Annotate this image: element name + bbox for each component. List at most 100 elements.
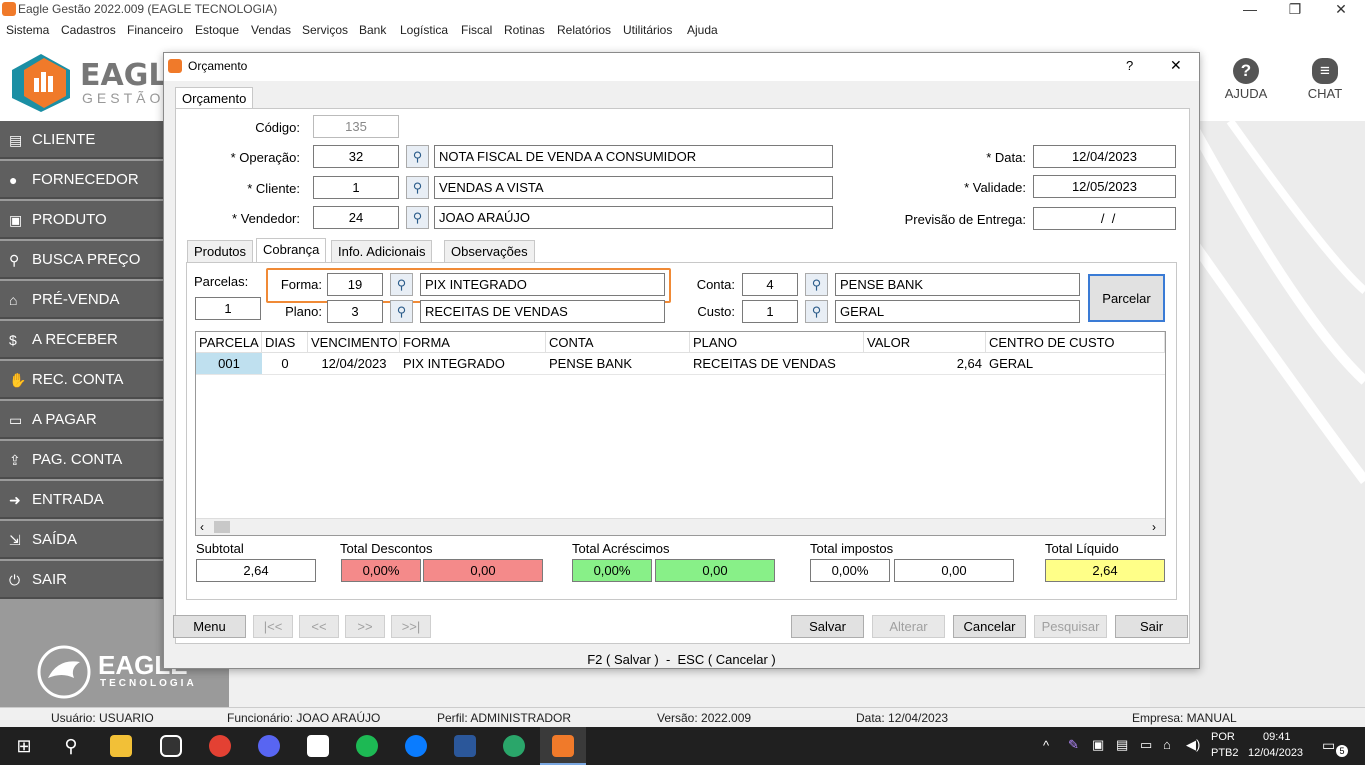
previsao-field[interactable]: / / <box>1033 207 1176 230</box>
cliente-search-icon[interactable]: ⚲ <box>406 176 429 199</box>
menu-button[interactable]: Menu <box>173 615 246 638</box>
grid-header-valor[interactable]: VALOR <box>864 332 986 353</box>
tab-orcamento[interactable]: Orçamento <box>175 87 254 109</box>
tray-battery-icon[interactable]: ▭ <box>1140 737 1152 753</box>
menu-relatorios[interactable]: Relatórios <box>557 23 611 37</box>
chrome-icon[interactable] <box>209 735 231 757</box>
validade-field[interactable]: 12/05/2023 <box>1033 175 1176 198</box>
tray-lang-1[interactable]: POR <box>1211 731 1235 743</box>
grid-cell-dias[interactable]: 0 <box>262 353 308 374</box>
scroll-thumb[interactable] <box>214 521 230 533</box>
grid-header-parcela[interactable]: PARCELA <box>196 332 262 353</box>
file-explorer-icon[interactable] <box>110 735 132 757</box>
grid-header-vencimento[interactable]: VENCIMENTO <box>308 332 400 353</box>
forma-search-icon[interactable]: ⚲ <box>390 273 413 296</box>
sidebar-item-a-pagar[interactable]: ▭ A PAGAR <box>0 401 164 439</box>
tab-produtos[interactable]: Produtos <box>187 240 254 262</box>
menu-vendas[interactable]: Vendas <box>251 23 291 37</box>
dialog-close-button[interactable]: ✕ <box>1170 57 1182 74</box>
tray-volume-icon[interactable]: ◀) <box>1186 737 1200 753</box>
menu-fiscal[interactable]: Fiscal <box>461 23 492 37</box>
sidebar-item-a-receber[interactable]: $ A RECEBER <box>0 321 164 359</box>
menu-rotinas[interactable]: Rotinas <box>504 23 545 37</box>
security-shield-icon[interactable] <box>160 735 182 757</box>
sidebar-item-cliente[interactable]: ▤ CLIENTE <box>0 121 164 159</box>
tray-camera-icon[interactable]: ▣ <box>1092 737 1104 753</box>
grid-header-plano[interactable]: PLANO <box>690 332 864 353</box>
sidebar-item-saida[interactable]: ⇲ SAÍDA <box>0 521 164 559</box>
tray-lang-2[interactable]: PTB2 <box>1211 747 1239 759</box>
tab-info-adicionais[interactable]: Info. Adicionais <box>331 240 433 262</box>
minimize-button[interactable]: — <box>1227 0 1273 20</box>
app-swirl-icon[interactable] <box>307 735 329 757</box>
plano-code-field[interactable]: 3 <box>327 300 383 323</box>
tab-observacoes[interactable]: Observações <box>444 240 535 262</box>
forma-code-field[interactable]: 19 <box>327 273 383 296</box>
custo-search-icon[interactable]: ⚲ <box>805 300 828 323</box>
plano-search-icon[interactable]: ⚲ <box>390 300 413 323</box>
tray-pen-icon[interactable]: ✎ <box>1068 737 1079 753</box>
conta-search-icon[interactable]: ⚲ <box>805 273 828 296</box>
parcelas-field[interactable]: 1 <box>195 297 261 320</box>
window-close-button[interactable]: ✕ <box>1318 0 1364 20</box>
search-icon[interactable]: ⚲ <box>60 735 82 757</box>
menu-financeiro[interactable]: Financeiro <box>127 23 183 37</box>
acrescimos-pct-field[interactable]: 0,00% <box>572 559 652 582</box>
menu-cadastros[interactable]: Cadastros <box>61 23 116 37</box>
grid-cell-centro-custo[interactable]: GERAL <box>986 353 1165 374</box>
tray-chevron-icon[interactable]: ^ <box>1043 738 1049 753</box>
descontos-val-field[interactable]: 0,00 <box>423 559 543 582</box>
grid-header-centro-custo[interactable]: CENTRO DE CUSTO <box>986 332 1165 353</box>
menu-utilitarios[interactable]: Utilitários <box>623 23 672 37</box>
menu-logistica[interactable]: Logística <box>400 23 448 37</box>
prev-record-button[interactable]: << <box>299 615 339 638</box>
sidebar-item-entrada[interactable]: ➜ ENTRADA <box>0 481 164 519</box>
menu-estoque[interactable]: Estoque <box>195 23 239 37</box>
sidebar-item-rec-conta[interactable]: ✋ REC. CONTA <box>0 361 164 399</box>
store-app-icon[interactable] <box>503 735 525 757</box>
eagle-app-taskbar-button[interactable] <box>540 727 586 765</box>
grid-cell-parcela[interactable]: 001 <box>196 353 262 374</box>
windows-start-icon[interactable]: ⊞ <box>13 735 35 757</box>
custo-code-field[interactable]: 1 <box>742 300 798 323</box>
parcelar-button[interactable]: Parcelar <box>1088 274 1165 322</box>
vendedor-code-field[interactable]: 24 <box>313 206 399 229</box>
tray-display-icon[interactable]: ▤ <box>1116 737 1128 753</box>
menu-ajuda[interactable]: Ajuda <box>687 23 718 37</box>
sidebar-item-fornecedor[interactable]: ● FORNECEDOR <box>0 161 164 199</box>
data-field[interactable]: 12/04/2023 <box>1033 145 1176 168</box>
grid-header-forma[interactable]: FORMA <box>400 332 546 353</box>
dialog-help-button[interactable]: ? <box>1126 58 1133 73</box>
pesquisar-button[interactable]: Pesquisar <box>1034 615 1107 638</box>
grid-cell-plano[interactable]: RECEITAS DE VENDAS <box>690 353 864 374</box>
tray-network-icon[interactable]: ⌂ <box>1163 737 1171 752</box>
acrescimos-val-field[interactable]: 0,00 <box>655 559 775 582</box>
salvar-button[interactable]: Salvar <box>791 615 864 638</box>
alterar-button[interactable]: Alterar <box>872 615 945 638</box>
grid-horizontal-scrollbar[interactable]: ‹ › <box>196 518 1165 535</box>
sidebar-item-busca-preco[interactable]: ⚲ BUSCA PREÇO <box>0 241 164 279</box>
grid-cell-vencimento[interactable]: 12/04/2023 <box>308 353 400 374</box>
word-icon[interactable] <box>454 735 476 757</box>
ajuda-button[interactable]: ? AJUDA <box>1216 58 1276 101</box>
operacao-code-field[interactable]: 32 <box>313 145 399 168</box>
descontos-pct-field[interactable]: 0,00% <box>341 559 421 582</box>
grid-cell-valor[interactable]: 2,64 <box>864 353 986 374</box>
menu-servicos[interactable]: Serviços <box>302 23 348 37</box>
vendedor-search-icon[interactable]: ⚲ <box>406 206 429 229</box>
grid-header-dias[interactable]: DIAS <box>262 332 308 353</box>
sidebar-item-produto[interactable]: ▣ PRODUTO <box>0 201 164 239</box>
next-record-button[interactable]: >> <box>345 615 385 638</box>
grid-cell-forma[interactable]: PIX INTEGRADO <box>400 353 546 374</box>
notification-icon[interactable]: ▭ <box>1322 737 1335 754</box>
cliente-code-field[interactable]: 1 <box>313 176 399 199</box>
menu-sistema[interactable]: Sistema <box>6 23 49 37</box>
sair-button[interactable]: Sair <box>1115 615 1188 638</box>
scroll-left-icon[interactable]: ‹ <box>200 520 204 534</box>
grid-cell-conta[interactable]: PENSE BANK <box>546 353 690 374</box>
operacao-search-icon[interactable]: ⚲ <box>406 145 429 168</box>
tray-date[interactable]: 12/04/2023 <box>1248 747 1303 759</box>
conta-code-field[interactable]: 4 <box>742 273 798 296</box>
last-record-button[interactable]: >>| <box>391 615 431 638</box>
phone-app-icon[interactable] <box>405 735 427 757</box>
